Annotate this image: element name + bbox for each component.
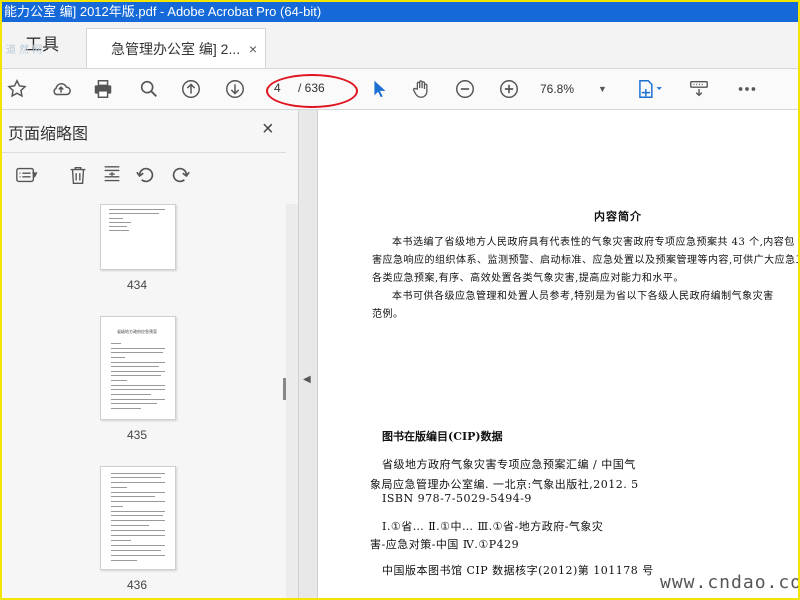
thumbnail-list: 434 省级地方政府应急预案 435 436 — [2, 204, 286, 598]
rotate-left-icon[interactable] — [134, 164, 158, 186]
rotate-right-icon[interactable] — [168, 164, 192, 186]
intro-line: 本书选编了省级地方人民政府具有代表性的气象灾害政府专项应急预案共 43 个,内容… — [392, 237, 795, 248]
thumbnail-label: 436 — [126, 578, 148, 592]
window-title: 能力公室 编] 2012年版.pdf - Adobe Acrobat Pro (… — [4, 4, 322, 19]
panel-divider — [2, 152, 286, 153]
panel-title: 页面缩略图 — [8, 126, 89, 143]
intro-title: 内容简介 — [594, 210, 642, 223]
panel-toolbar: ▾ — [2, 160, 286, 190]
cloud-upload-icon[interactable] — [48, 77, 74, 101]
title-bar: 能力公室 编] 2012年版.pdf - Adobe Acrobat Pro (… — [2, 2, 798, 22]
close-icon[interactable]: × — [262, 118, 274, 141]
zoom-in-icon[interactable] — [496, 77, 522, 101]
tab-document-label: 急管理办公室 编] 2... — [111, 41, 241, 57]
scroll-mode-icon[interactable] — [686, 77, 712, 101]
intro-line: 害应急响应的组织体系、监测预警、启动标准、应急处置以及预案管理等内容,可供广大应… — [372, 255, 798, 266]
tab-tools[interactable]: 道 然 网 工具 — [2, 22, 82, 68]
cip-title: 图书在版编目(CIP)数据 — [382, 430, 503, 443]
trash-icon[interactable] — [66, 164, 90, 186]
intro-line: 范例。 — [372, 309, 404, 320]
annotation-ellipse — [266, 74, 358, 108]
main-toolbar: / 636 76.8% ▼ — [2, 69, 798, 110]
intro-line: 本书可供各级应急管理和处置人员参考,特别是为省以下各级人民政府编制气象灾害 — [392, 291, 774, 302]
thumbnail-label: 435 — [126, 428, 148, 442]
more-options-icon[interactable] — [734, 77, 760, 101]
search-icon[interactable] — [136, 77, 162, 101]
intro-line: 各类应急预案,有序、高效处置各类气象灾害,提高应对能力和水平。 — [372, 273, 684, 284]
thumbnail-label: 434 — [126, 278, 148, 292]
cip-line: 象局应急管理办公室编. 一北京:气象出版社,2012. 5 — [370, 478, 639, 491]
scrollbar-thumb[interactable] — [283, 378, 286, 400]
chevron-down-icon[interactable]: ▼ — [598, 79, 607, 99]
chevron-left-icon[interactable]: ◀ — [303, 374, 311, 385]
thumbnail-scrollbar[interactable] — [286, 204, 298, 598]
cip-line: 省级地方政府气象灾害专项应急预案汇编 / 中国气 — [382, 458, 636, 471]
page-thumbnails-panel: 页面缩略图 × ▾ 434 省级地方政府应急预案 435 436 — [2, 110, 299, 598]
close-icon[interactable]: × — [249, 29, 257, 69]
logo-watermark: 道 然 网 — [6, 45, 43, 56]
zoom-value: 76.8% — [540, 82, 575, 96]
cip-line: 中国版本图书馆 CIP 数据核字(2012)第 101178 号 — [382, 564, 654, 577]
cip-line: Ⅰ.①省… Ⅱ.①中… Ⅲ.①省-地方政府-气象灾 — [382, 520, 604, 533]
tab-strip: 道 然 网 工具 急管理办公室 编] 2... × — [2, 22, 798, 69]
bookmark-star-icon[interactable] — [4, 77, 30, 101]
panel-collapse-strip[interactable]: ◀ — [299, 110, 318, 598]
cip-line: 害-应急对策-中国 Ⅳ.①P429 — [370, 538, 520, 551]
print-icon[interactable] — [90, 77, 116, 101]
document-page: 内容简介 本书选编了省级地方人民政府具有代表性的气象灾害政府专项应急预案共 43… — [318, 110, 798, 598]
tab-document[interactable]: 急管理办公室 编] 2... × — [86, 28, 266, 68]
chevron-down-icon[interactable]: ▾ — [32, 168, 38, 181]
insert-page-icon[interactable] — [100, 164, 124, 186]
site-watermark: www.cndao.com — [660, 572, 800, 593]
thumbnail-options-icon[interactable] — [8, 164, 44, 186]
next-page-icon[interactable] — [222, 77, 248, 101]
cip-line: ISBN 978-7-5029-5494-9 — [382, 492, 532, 505]
app-window: 能力公室 编] 2012年版.pdf - Adobe Acrobat Pro (… — [0, 0, 800, 600]
previous-page-icon[interactable] — [178, 77, 204, 101]
hand-tool-icon[interactable] — [408, 77, 434, 101]
page-fit-icon[interactable] — [632, 77, 668, 101]
thumbnail-heading: 省级地方政府应急预案 — [117, 329, 157, 334]
thumbnail-page-436[interactable] — [100, 466, 176, 570]
thumbnail-page-434[interactable] — [100, 204, 176, 270]
select-cursor-icon[interactable] — [366, 77, 392, 101]
zoom-out-icon[interactable] — [452, 77, 478, 101]
thumbnail-page-435[interactable]: 省级地方政府应急预案 — [100, 316, 176, 420]
